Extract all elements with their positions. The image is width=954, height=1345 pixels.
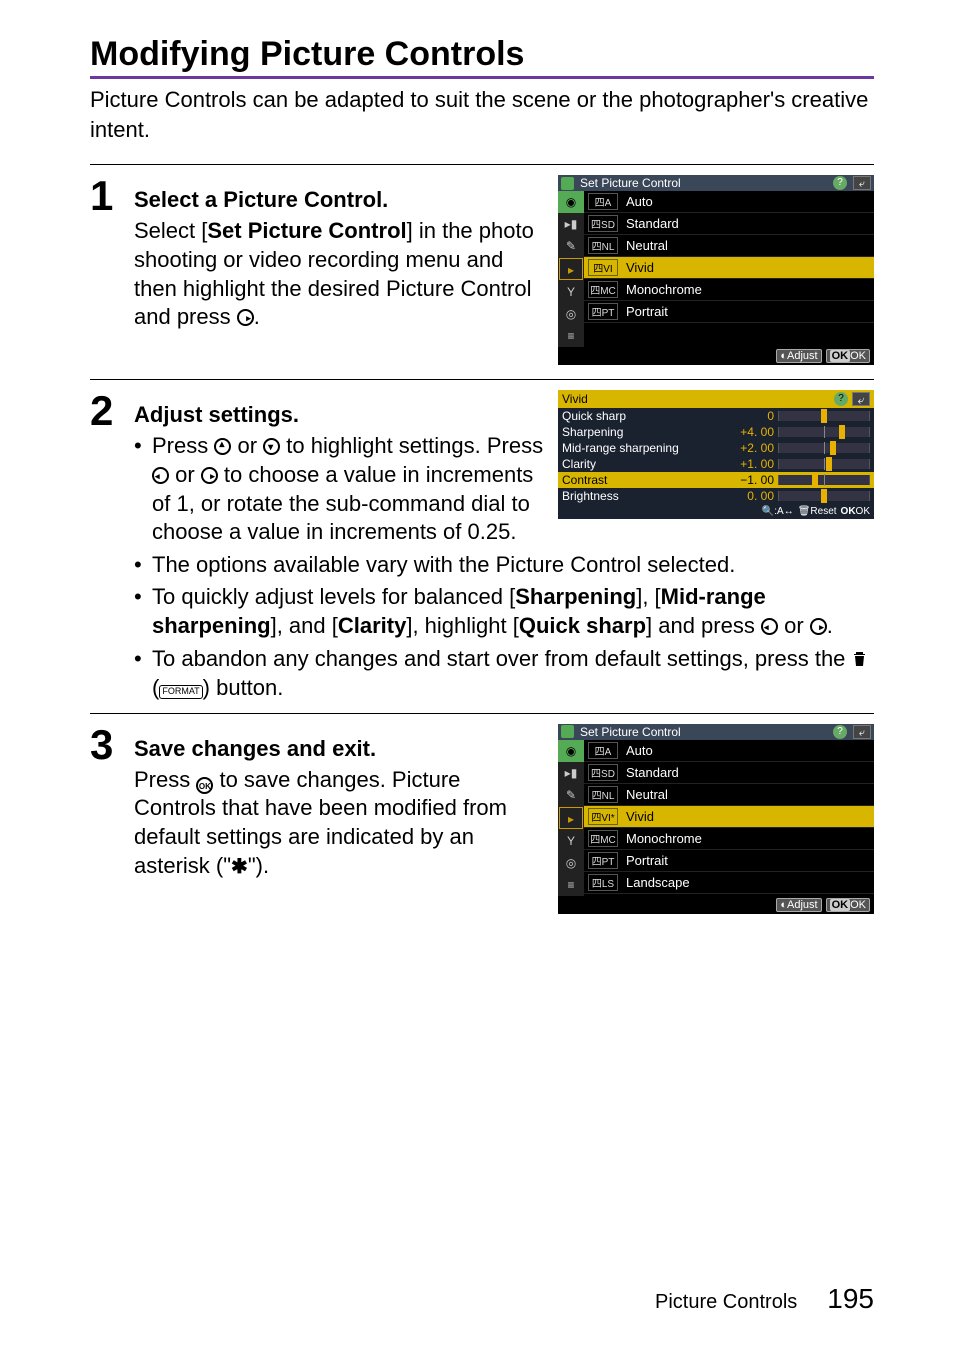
tab-mymenu-icon: ≡ — [558, 874, 584, 896]
dpad-right-icon — [810, 618, 827, 635]
tab-retouch-icon: ◎ — [558, 303, 584, 325]
menu1-title: Set Picture Control — [580, 176, 681, 190]
step-3: Set Picture Control ? ⤶ ◉ ▸▮ ✎ ▸ Y ◎ ≡ 四… — [90, 713, 874, 922]
step-2-bullet-3: • To quickly adjust levels for balanced … — [134, 583, 874, 640]
menu-item: 四VI*Vivid — [584, 806, 874, 828]
step-3-body: Press OK to save changes. Picture Contro… — [134, 766, 548, 880]
tab-mymenu-icon: ≡ — [558, 325, 584, 347]
dpad-left-icon — [152, 467, 169, 484]
back-icon: ⤶ — [853, 176, 871, 190]
menu-item: 四NLNeutral — [584, 235, 874, 257]
trash-icon — [852, 646, 867, 675]
ok-hint: OKOK — [826, 898, 870, 912]
asterisk-icon: ✱ — [231, 857, 248, 877]
menu-item: 四SDStandard — [584, 213, 874, 235]
menu-item: 四AAuto — [584, 191, 874, 213]
dpad-left-icon — [761, 618, 778, 635]
step-number-3: 3 — [90, 724, 134, 766]
step-1: Set Picture Control ? ⤶ ◉ ▸▮ ✎ ▸ Y ◎ ≡ 四… — [90, 164, 874, 373]
step-2-bullet-4: • To abandon any changes and start over … — [134, 645, 874, 703]
adj-title: Vivid — [562, 392, 588, 406]
step-number-1: 1 — [90, 175, 134, 217]
step-2-bullet-1: • Press or to highlight settings. Press … — [134, 432, 548, 546]
dpad-down-icon — [263, 438, 280, 455]
reset-hint: 🗑Reset — [798, 506, 837, 517]
adjust-hint: ◐Adjust — [776, 898, 821, 912]
adjust-row: Contrast−1. 00 — [558, 472, 874, 488]
back-icon: ⤶ — [853, 725, 871, 739]
step-1-body: Select [Set Picture Control] in the phot… — [134, 217, 548, 331]
menu-item: 四PTPortrait — [584, 301, 874, 323]
tab-video-icon: ▸▮ — [558, 762, 584, 784]
step-3-heading: Save changes and exit. — [134, 736, 548, 762]
screenshot-menu-3: Set Picture Control ? ⤶ ◉ ▸▮ ✎ ▸ Y ◎ ≡ 四… — [558, 724, 874, 914]
page-number: 195 — [827, 1283, 874, 1315]
menu-item: 四LSLandscape — [584, 872, 874, 894]
tab-retouch-icon: ◎ — [558, 852, 584, 874]
tab-pencil-icon: ✎ — [558, 784, 584, 806]
tab-camera-icon: ◉ — [558, 191, 584, 213]
tab-setup-icon: Y — [558, 830, 584, 852]
adjust-hint: ◐Adjust — [776, 349, 821, 363]
menu-item: 四MCMonochrome — [584, 828, 874, 850]
step-1-heading: Select a Picture Control. — [134, 187, 548, 213]
menu-item: 四SDStandard — [584, 762, 874, 784]
step-2: Vivid ? ⤶ Quick sharp0Sharpening+4. 00Mi… — [90, 379, 874, 706]
adjust-row: Quick sharp0 — [558, 408, 874, 424]
zoom-hint: 🔍:A↔ — [762, 506, 794, 517]
step-number-2: 2 — [90, 390, 134, 432]
dpad-right-icon — [201, 467, 218, 484]
help-icon: ? — [834, 392, 848, 406]
screenshot-menu-1: Set Picture Control ? ⤶ ◉ ▸▮ ✎ ▸ Y ◎ ≡ 四… — [558, 175, 874, 365]
screenshot-adjust: Vivid ? ⤶ Quick sharp0Sharpening+4. 00Mi… — [558, 390, 874, 519]
adjust-row: Brightness0. 00 — [558, 488, 874, 504]
adjust-row: Mid-range sharpening+2. 00 — [558, 440, 874, 456]
intro-text: Picture Controls can be adapted to suit … — [90, 85, 874, 144]
menu-item: 四AAuto — [584, 740, 874, 762]
menu-item: 四PTPortrait — [584, 850, 874, 872]
ok-hint: OKOK — [841, 506, 870, 517]
ok-icon: OK — [196, 777, 213, 794]
page-title: Modifying Picture Controls — [90, 35, 874, 79]
menu-item: 四VIVivid — [584, 257, 874, 279]
adjust-row: Sharpening+4. 00 — [558, 424, 874, 440]
step-2-bullet-2: • The options available vary with the Pi… — [134, 551, 874, 580]
menu-item: 四MCMonochrome — [584, 279, 874, 301]
tab-play-icon: ▸ — [559, 807, 583, 829]
tab-play-icon: ▸ — [559, 258, 583, 280]
format-icon: FORMAT — [159, 685, 202, 699]
dpad-right-icon — [237, 309, 254, 326]
adjust-row: Clarity+1. 00 — [558, 456, 874, 472]
tab-setup-icon: Y — [558, 281, 584, 303]
back-icon: ⤶ — [852, 392, 870, 406]
tab-video-icon: ▸▮ — [558, 213, 584, 235]
page-footer: Picture Controls 195 — [655, 1283, 874, 1315]
help-icon: ? — [833, 176, 847, 190]
step-2-heading: Adjust settings. — [134, 402, 548, 428]
menu-item: 四NLNeutral — [584, 784, 874, 806]
tab-camera-icon: ◉ — [558, 740, 584, 762]
footer-section: Picture Controls — [655, 1291, 797, 1314]
tab-pencil-icon: ✎ — [558, 235, 584, 257]
menu3-title: Set Picture Control — [580, 725, 681, 739]
help-icon: ? — [833, 725, 847, 739]
dpad-up-icon — [214, 438, 231, 455]
ok-hint: OKOK — [826, 349, 870, 363]
